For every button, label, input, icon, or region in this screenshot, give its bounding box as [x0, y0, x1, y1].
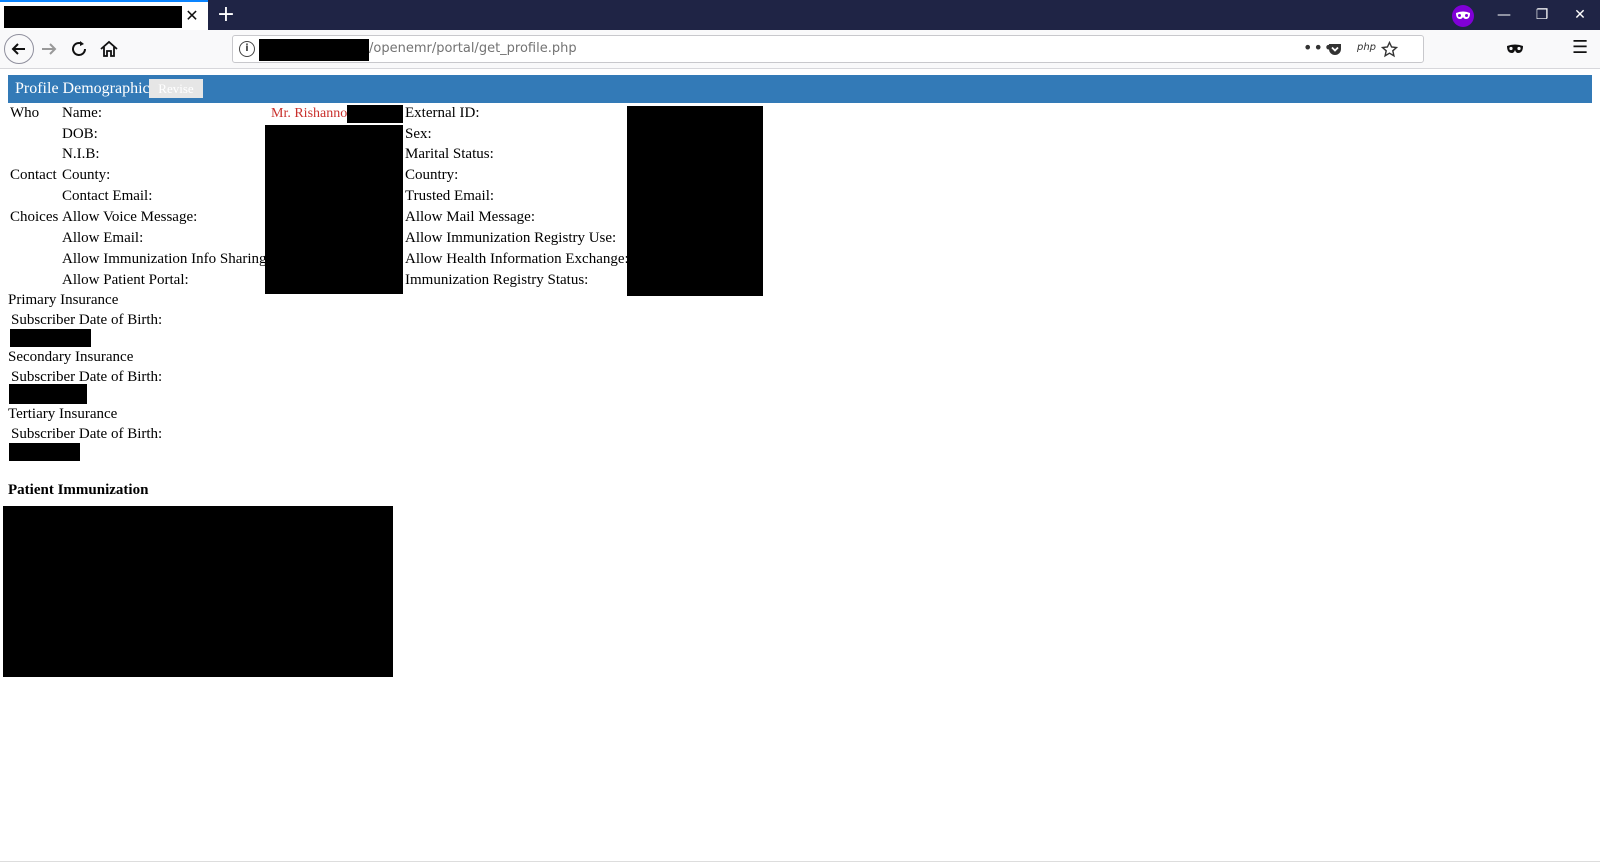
revise-button[interactable]: Revise [149, 79, 203, 98]
label-county: County: [62, 167, 111, 183]
url-path: /openemr/portal/get_profile.php [369, 41, 577, 56]
active-tab[interactable]: ✕ [0, 0, 208, 30]
secondary-insurance-heading: Secondary Insurance [8, 349, 134, 365]
label-trusted-email: Trusted Email: [405, 188, 495, 204]
section-who: Who [10, 105, 40, 121]
php-extension-icon[interactable]: php [1357, 42, 1376, 53]
page-title: Profile Demographics [15, 80, 156, 97]
primary-subscriber-dob-label: Subscriber Date of Birth: [11, 312, 163, 328]
back-arrow-icon [11, 43, 25, 55]
home-icon[interactable] [96, 36, 122, 62]
label-dob: DOB: [62, 126, 98, 142]
label-sex: Sex: [405, 126, 432, 142]
back-button[interactable] [4, 34, 34, 64]
label-country: Country: [405, 167, 459, 183]
section-contact: Contact [10, 167, 57, 183]
label-allow-imm-sharing: Allow Immunization Info Sharing: [62, 251, 271, 267]
new-tab-button[interactable]: + [214, 3, 238, 27]
label-allow-imm-registry: Allow Immunization Registry Use: [405, 230, 617, 246]
label-nib: N.I.B: [62, 146, 100, 162]
close-window-button[interactable]: ✕ [1562, 0, 1598, 30]
label-allow-email: Allow Email: [62, 230, 144, 246]
label-allow-mail: Allow Mail Message: [405, 209, 535, 225]
label-external-id: External ID: [405, 105, 480, 121]
page-content: Profile Demographics Revise Who Contact … [0, 68, 1600, 863]
profile-header-bar: Profile Demographics Revise [8, 75, 1592, 103]
restore-button[interactable]: ❐ [1524, 0, 1560, 30]
page-bottom-divider [0, 861, 1600, 862]
tertiary-subscriber-dob-label: Subscriber Date of Birth: [11, 426, 163, 442]
minimize-button[interactable]: — [1486, 0, 1522, 30]
label-imm-registry-status: Immunization Registry Status: [405, 272, 589, 288]
hamburger-menu-icon[interactable]: ☰ [1572, 37, 1588, 58]
tab-title-redacted [4, 6, 182, 28]
label-allow-portal: Allow Patient Portal: [62, 272, 189, 288]
private-mask-icon[interactable] [1506, 44, 1524, 54]
primary-insurance-heading: Primary Insurance [8, 292, 119, 308]
label-name: Name: [62, 105, 102, 121]
label-allow-hie: Allow Health Information Exchange: [405, 251, 629, 267]
section-choices: Choices [10, 209, 59, 225]
navigation-toolbar: i /openemr/portal/get_profile.php ••• ph… [0, 30, 1600, 69]
address-bar[interactable]: i /openemr/portal/get_profile.php ••• ph… [232, 35, 1424, 63]
redacted-immunization-table [3, 506, 393, 677]
reload-icon[interactable] [66, 36, 92, 62]
redacted-primary-dob [10, 329, 91, 347]
patient-name-value: Mr. Rishanno [271, 106, 348, 121]
private-browsing-icon [1452, 5, 1474, 27]
redacted-tertiary-dob [9, 443, 80, 461]
tab-close-icon[interactable]: ✕ [182, 5, 202, 27]
redacted-right-values [627, 106, 763, 296]
redacted-left-values [265, 125, 403, 294]
patient-immunization-heading: Patient Immunization [8, 482, 149, 498]
tertiary-insurance-heading: Tertiary Insurance [8, 406, 118, 422]
label-allow-voice: Allow Voice Message: [62, 209, 198, 225]
tab-strip: ✕ + — ❐ ✕ [0, 0, 1600, 30]
redacted-secondary-dob [9, 384, 87, 404]
bookmark-star-icon[interactable] [1381, 41, 1398, 58]
redacted-surname [347, 105, 403, 123]
label-contact-email: Contact Email: [62, 188, 153, 204]
forward-arrow-icon[interactable] [36, 36, 62, 62]
page-info-icon[interactable]: i [239, 41, 255, 57]
pocket-icon[interactable] [1327, 41, 1343, 57]
label-marital-status: Marital Status: [405, 146, 494, 162]
url-host-redacted [259, 39, 369, 61]
